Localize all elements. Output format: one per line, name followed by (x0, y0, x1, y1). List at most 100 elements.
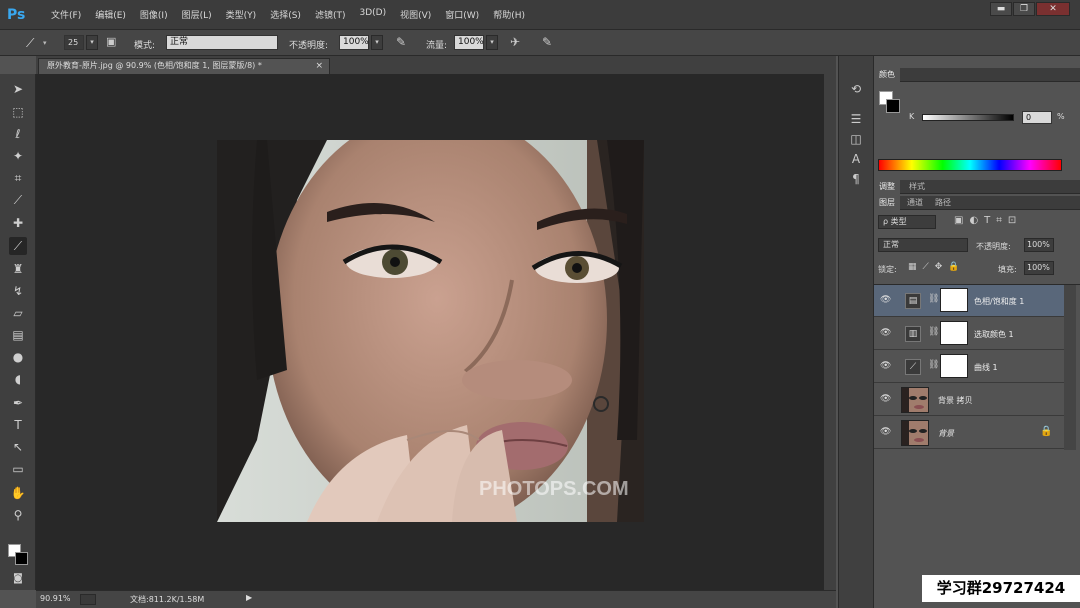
menu-file[interactable]: 文件(F) (44, 8, 88, 21)
eye-icon[interactable]: 👁 (880, 394, 891, 404)
eyedropper-tool-icon[interactable]: ⟋ (9, 191, 27, 209)
document-tab[interactable]: 原外教育-原片.jpg @ 90.9% (色相/饱和度 1, 图层蒙版/8) *… (38, 58, 330, 74)
link-icon[interactable]: ⛓ (928, 327, 939, 337)
layer-thumbnail[interactable] (901, 420, 929, 446)
layer-filter-icons[interactable]: ▣◐T⌗⊡ (954, 215, 1022, 226)
type-tool-icon[interactable]: T (9, 416, 27, 434)
shape-tool-icon[interactable]: ▭ (9, 460, 27, 478)
link-icon[interactable]: ⛓ (928, 360, 939, 370)
layers-panel-header: 图层 通道 路径 (874, 196, 1080, 210)
color-spectrum[interactable] (878, 159, 1062, 171)
paragraph-icon[interactable]: ¶ (847, 170, 865, 188)
move-tool-icon[interactable]: ➤ (9, 80, 27, 98)
menu-layer[interactable]: 图层(L) (175, 8, 219, 21)
info-icon[interactable]: ◫ (847, 130, 865, 148)
menu-3d[interactable]: 3D(D) (352, 8, 393, 21)
airbrush-icon[interactable]: ✈ (510, 35, 520, 49)
tab-color[interactable]: 颜色 (874, 68, 900, 82)
menu-window[interactable]: 窗口(W) (438, 8, 486, 21)
pressure-size-icon[interactable]: ✎ (542, 35, 552, 49)
eye-icon[interactable]: 👁 (880, 427, 891, 437)
opacity-dropdown[interactable]: ▾ (371, 35, 383, 50)
menu-image[interactable]: 图像(I) (133, 8, 175, 21)
path-select-tool-icon[interactable]: ↖ (9, 438, 27, 456)
restore-button[interactable]: ❐ (1013, 2, 1035, 16)
layer-mask-thumbnail[interactable] (940, 354, 968, 378)
brush-size-field[interactable]: 25 (64, 35, 84, 50)
quick-select-tool-icon[interactable]: ✦ (9, 147, 27, 165)
clone-stamp-tool-icon[interactable]: ♜ (9, 260, 27, 278)
brush-tool-icon[interactable]: ⟋ (26, 36, 34, 51)
layer-mask-thumbnail[interactable] (940, 321, 968, 345)
menu-view[interactable]: 视图(V) (393, 8, 438, 21)
background-color-swatch[interactable] (15, 552, 28, 565)
brush-panel-icon[interactable]: ▣ (106, 35, 116, 48)
brush-picker-dropdown[interactable]: ▾ (86, 35, 98, 50)
k-slider[interactable] (922, 114, 1014, 121)
blur-tool-icon[interactable]: ● (9, 348, 27, 366)
layers-scrollbar[interactable] (1064, 285, 1076, 450)
menu-type[interactable]: 类型(Y) (219, 8, 264, 21)
flow-dropdown[interactable]: ▾ (486, 35, 498, 50)
gradient-tool-icon[interactable]: ▤ (9, 326, 27, 344)
chevron-down-icon[interactable]: ▾ (43, 39, 47, 47)
layer-thumbnail[interactable] (901, 387, 929, 413)
eye-icon[interactable]: 👁 (880, 361, 891, 371)
hand-tool-icon[interactable]: ✋ (9, 484, 27, 502)
lock-label: 锁定: (878, 265, 897, 274)
tab-adjustments[interactable]: 调整 (874, 180, 900, 194)
k-value-field[interactable]: 0 (1022, 111, 1052, 124)
layer-row-hue-saturation[interactable]: 👁 ▤ ⛓ 色相/饱和度 1 (874, 285, 1064, 317)
tab-paths[interactable]: 路径 (930, 196, 956, 210)
quick-mask-icon[interactable]: ◙ (9, 570, 27, 588)
layer-filter-select[interactable]: ρ 类型 (878, 215, 936, 229)
dodge-tool-icon[interactable]: ◖ (9, 370, 27, 388)
status-menu-icon[interactable]: ▶ (246, 593, 252, 602)
zoom-level[interactable]: 90.91% (40, 594, 71, 603)
lock-icons[interactable]: ▦⟋✥🔒 (908, 262, 966, 272)
tab-close-icon[interactable]: × (315, 59, 323, 73)
eye-icon[interactable]: 👁 (880, 295, 891, 305)
menu-edit[interactable]: 编辑(E) (88, 8, 133, 21)
brush-tool-icon[interactable]: ⟋ (9, 237, 27, 255)
menu-select[interactable]: 选择(S) (263, 8, 308, 21)
blend-mode-select[interactable]: 正常 (878, 238, 968, 252)
portrait-photo[interactable]: PHOTOPS.COM (217, 140, 644, 522)
link-icon[interactable]: ⛓ (928, 294, 939, 304)
layer-mask-thumbnail[interactable] (940, 288, 968, 312)
fill-field[interactable]: 100% (1024, 261, 1054, 275)
eraser-tool-icon[interactable]: ▱ (9, 304, 27, 322)
layer-row-selective-color[interactable]: 👁 ▥ ⛓ 选取颜色 1 (874, 318, 1064, 350)
lasso-tool-icon[interactable]: ℓ (9, 125, 27, 143)
pressure-opacity-icon[interactable]: ✎ (396, 35, 406, 49)
color-bg-swatch[interactable] (886, 99, 900, 113)
eye-icon[interactable]: 👁 (880, 328, 891, 338)
tab-styles[interactable]: 样式 (904, 180, 930, 194)
menu-help[interactable]: 帮助(H) (486, 8, 532, 21)
history-brush-tool-icon[interactable]: ↯ (9, 282, 27, 300)
close-button[interactable]: ✕ (1036, 2, 1070, 16)
character-icon[interactable]: A (847, 150, 865, 168)
mode-select[interactable]: 正常 (166, 35, 278, 50)
menu-filter[interactable]: 滤镜(T) (308, 8, 353, 21)
crop-tool-icon[interactable]: ⌗ (9, 169, 27, 187)
opacity-field[interactable]: 100% (339, 35, 369, 50)
status-icon[interactable] (80, 594, 96, 605)
layer-row-curves[interactable]: 👁 ⟋ ⛓ 曲线 1 (874, 351, 1064, 383)
layer-row-background-copy[interactable]: 👁 背景 拷贝 (874, 384, 1064, 416)
tab-channels[interactable]: 通道 (902, 196, 928, 210)
layer-opacity-field[interactable]: 100% (1024, 238, 1054, 252)
minimize-button[interactable]: ▬ (990, 2, 1012, 16)
layer-row-background[interactable]: 👁 背景 🔒 (874, 417, 1064, 449)
canvas-area[interactable]: PHOTOPS.COM (36, 74, 836, 590)
document-tab-bar: 原外教育-原片.jpg @ 90.9% (色相/饱和度 1, 图层蒙版/8) *… (36, 56, 836, 74)
zoom-tool-icon[interactable]: ⚲ (9, 506, 27, 524)
healing-brush-tool-icon[interactable]: ✚ (9, 214, 27, 232)
pen-tool-icon[interactable]: ✒ (9, 394, 27, 412)
properties-icon[interactable]: ☰ (847, 110, 865, 128)
vertical-scrollbar[interactable] (824, 74, 836, 590)
flow-field[interactable]: 100% (454, 35, 484, 50)
marquee-tool-icon[interactable]: ⬚ (9, 103, 27, 121)
history-icon[interactable]: ⟲ (847, 80, 865, 98)
tab-layers[interactable]: 图层 (874, 196, 900, 210)
